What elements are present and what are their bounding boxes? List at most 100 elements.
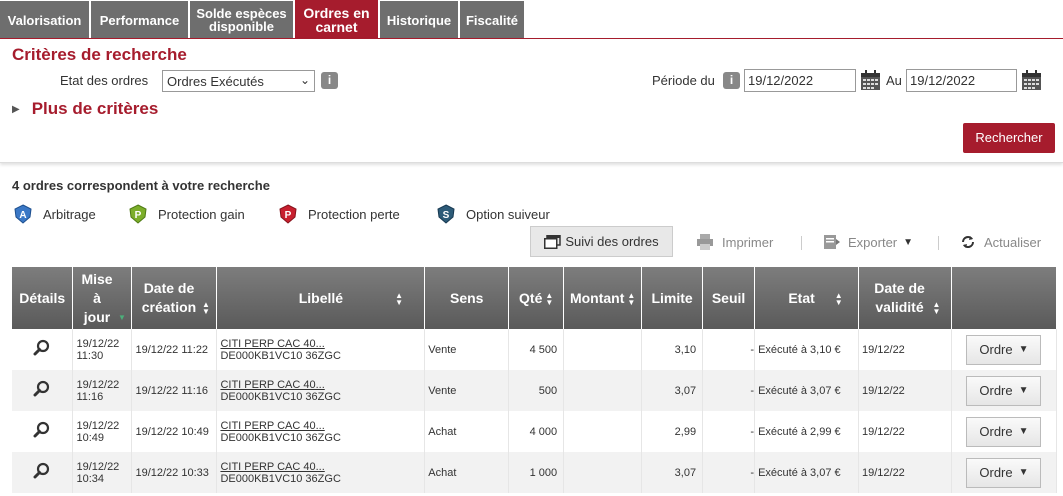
date-to-input[interactable]: 19/12/2022: [906, 69, 1017, 92]
imprimer-button[interactable]: Imprimer: [696, 234, 773, 250]
mise-a-jour-cell: 19/12/22 10:34: [72, 452, 133, 493]
tab-historique[interactable]: Historique: [380, 1, 458, 39]
refresh-icon: [962, 236, 974, 248]
magnifier-icon[interactable]: [33, 339, 51, 357]
validite-cell: 19/12/22: [858, 370, 952, 411]
creation-cell: 19/12/22 10:49: [131, 411, 218, 452]
validite-cell: 19/12/22: [858, 411, 952, 452]
header-details: Détails: [12, 267, 74, 329]
action-cell: Ordre ▼: [951, 329, 1058, 370]
protection-perte-icon: P: [279, 204, 297, 224]
magnifier-icon[interactable]: [33, 462, 51, 480]
sens-cell: Vente: [424, 329, 510, 370]
protection-gain-icon: P: [129, 204, 147, 224]
actualiser-button[interactable]: Actualiser: [960, 234, 1041, 250]
validite-cell: 19/12/22: [858, 329, 952, 370]
tab-performance[interactable]: Performance: [91, 1, 188, 39]
sort-icon: ▲ ▼: [395, 290, 403, 307]
tab-valorisation[interactable]: Valorisation: [0, 1, 89, 39]
libelle-link[interactable]: CITI PERP CAC 40...: [220, 379, 324, 391]
header-etat[interactable]: Etat ▲ ▼: [754, 267, 859, 329]
date-from-input[interactable]: 19/12/2022: [744, 69, 856, 92]
libelle-code: DE000KB1VC10 36ZGC: [220, 349, 341, 362]
libelle-link[interactable]: CITI PERP CAC 40...: [220, 461, 324, 473]
header-mise-a-jour[interactable]: Mise à jour ▼: [72, 267, 133, 329]
header-montant[interactable]: Montant ▲ ▼: [563, 267, 643, 329]
legend-label: Arbitrage: [43, 206, 96, 222]
header-qte[interactable]: Qté ▲ ▼: [508, 267, 565, 329]
sort-desc-icon: ▼: [118, 313, 126, 323]
sort-icon: ▲ ▼: [627, 290, 636, 307]
etat-label: Etat des ordres: [60, 73, 149, 88]
legend-protection-perte: P Protection perte: [278, 204, 400, 224]
sort-icon: ▲ ▼: [932, 300, 941, 317]
window-icon: [544, 234, 562, 249]
creation-cell: 19/12/22 11:16: [131, 370, 218, 411]
ordre-button[interactable]: Ordre ▼: [966, 375, 1042, 406]
creation-cell: 19/12/22 10:33: [131, 452, 218, 493]
tab-fiscalite[interactable]: Fiscalité: [460, 1, 524, 39]
svg-text:A: A: [19, 210, 26, 221]
action-cell: Ordre ▼: [951, 452, 1058, 493]
printer-icon: [697, 234, 713, 250]
mise-a-jour-cell: 19/12/22 11:16: [72, 370, 133, 411]
header-seuil: Seuil: [702, 267, 756, 329]
header-date-validite[interactable]: Date de validité ▲ ▼: [858, 267, 952, 329]
svg-text:P: P: [135, 210, 142, 221]
etat-cell: Exécuté à 3,07 €: [754, 452, 859, 493]
suivi-label: Suivi des ordres: [565, 234, 659, 249]
details-cell[interactable]: [12, 329, 74, 370]
libelle-link[interactable]: CITI PERP CAC 40...: [220, 420, 324, 432]
caret-right-icon: ▶: [12, 104, 20, 115]
montant-cell: [563, 411, 643, 452]
tab-bar: Valorisation Performance Solde espèces d…: [0, 0, 526, 39]
calendar-icon[interactable]: [1021, 70, 1042, 91]
calendar-icon[interactable]: [860, 70, 881, 91]
magnifier-icon[interactable]: [33, 380, 51, 398]
table-header-row: Détails Mise à jour ▼ Date de création ▲ ▼ …: [12, 267, 1058, 329]
tab-ordres-en-carnet[interactable]: Ordres en carnet: [295, 0, 378, 39]
header-libelle[interactable]: Libellé ▲ ▼: [216, 267, 426, 329]
search-criteria-panel: Critères de recherche Etat des ordres Or…: [0, 38, 1063, 163]
more-criteria-toggle[interactable]: ▶ Plus de critères: [12, 99, 158, 119]
header-limite: Limite: [641, 267, 704, 329]
info-icon[interactable]: i: [321, 72, 338, 89]
details-cell[interactable]: [12, 370, 74, 411]
table-row: 19/12/22 10:34 19/12/22 10:33 CITI PERP CAC…: [12, 452, 1058, 493]
caret-down-icon: ▼: [1018, 344, 1029, 355]
export-icon: [824, 235, 840, 249]
qte-cell: 500: [508, 370, 565, 411]
limite-cell: 2,99: [641, 411, 704, 452]
header-sens: Sens: [424, 267, 510, 329]
sens-cell: Achat: [424, 452, 510, 493]
legend-label: Protection perte: [308, 206, 400, 222]
exporter-button[interactable]: Exporter ▼: [824, 234, 913, 250]
periode-info-icon[interactable]: i: [723, 72, 740, 89]
limite-cell: 3,07: [641, 452, 704, 493]
limite-cell: 3,10: [641, 329, 704, 370]
libelle-code: DE000KB1VC10 36ZGC: [220, 472, 341, 485]
search-criteria-title: Critères de recherche: [12, 45, 187, 64]
header-actions: [951, 267, 1058, 329]
ordre-button[interactable]: Ordre ▼: [966, 334, 1042, 365]
seuil-cell: -: [702, 411, 756, 452]
magnifier-icon[interactable]: [33, 421, 51, 439]
suivi-des-ordres-button[interactable]: Suivi des ordres: [530, 226, 673, 257]
details-cell[interactable]: [12, 411, 74, 452]
sort-icon: ▲ ▼: [834, 290, 843, 307]
table-row: 19/12/22 11:16 19/12/22 11:16 CITI PERP CAC…: [12, 370, 1058, 411]
search-button[interactable]: Rechercher: [963, 123, 1055, 153]
chevron-down-icon: ⌄: [299, 73, 310, 87]
details-cell[interactable]: [12, 452, 74, 493]
tab-solde-especes[interactable]: Solde espèces disponible: [190, 1, 293, 39]
sens-cell: Vente: [424, 370, 510, 411]
ordre-button[interactable]: Ordre ▼: [966, 416, 1042, 447]
montant-cell: [563, 452, 643, 493]
exporter-label: Exporter: [848, 234, 898, 250]
header-date-creation[interactable]: Date de création ▲ ▼: [131, 267, 218, 329]
etat-select[interactable]: Ordres Exécutés ⌄: [162, 70, 315, 92]
legend-protection-gain: P Protection gain: [128, 204, 245, 224]
ordre-button[interactable]: Ordre ▼: [966, 457, 1042, 488]
libelle-link[interactable]: CITI PERP CAC 40...: [220, 338, 324, 350]
validite-cell: 19/12/22: [858, 452, 952, 493]
